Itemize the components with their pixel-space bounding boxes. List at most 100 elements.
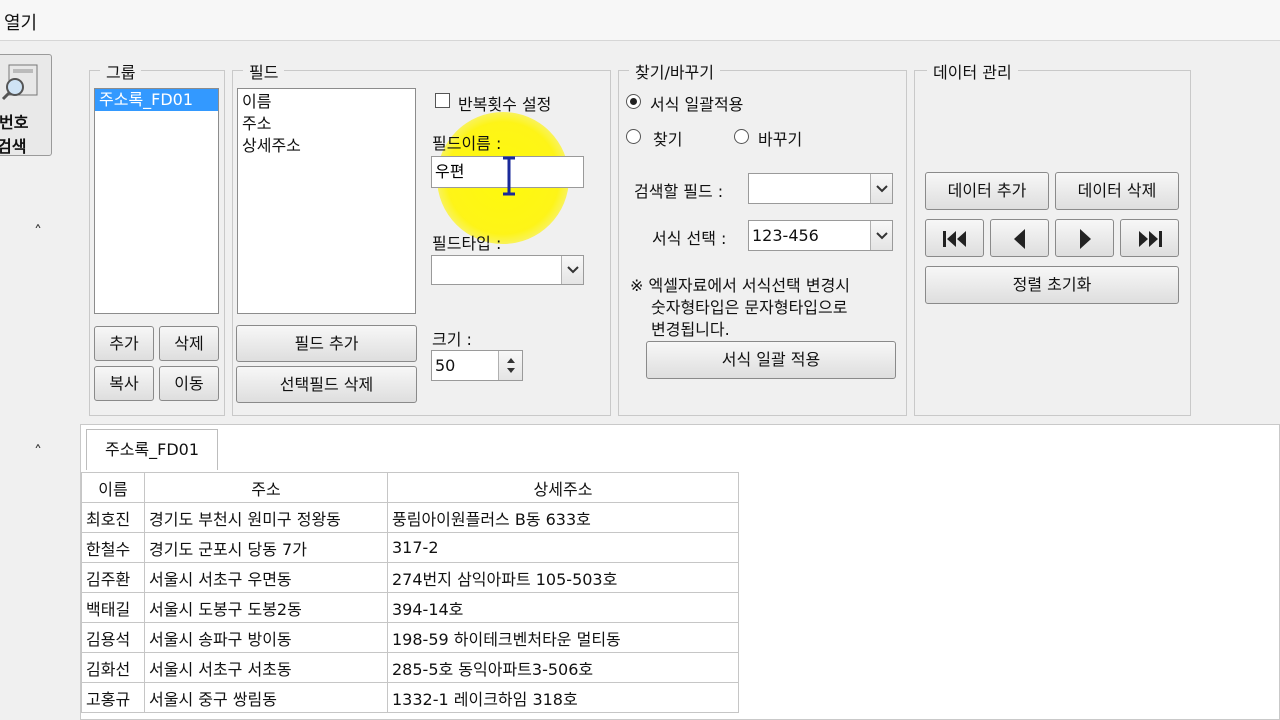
apply-format-button[interactable]: 서식 일괄 적용 <box>646 341 896 379</box>
address-book-search-icon <box>1 64 38 101</box>
field-list-item[interactable]: 이름 <box>238 91 415 113</box>
field-legend: 필드 <box>243 59 285 83</box>
replace-radio[interactable] <box>734 129 749 144</box>
group-copy-button[interactable]: 복사 <box>94 366 154 401</box>
group-move-button[interactable]: 이동 <box>159 366 219 401</box>
field-list-item[interactable]: 주소 <box>238 113 415 135</box>
table-cell[interactable]: 풍림아이원플러스 B동 633호 <box>387 502 739 533</box>
table-cell[interactable]: 394-14호 <box>387 592 739 623</box>
replace-label: 바꾸기 <box>758 130 803 149</box>
table-header-row: 이름 주소 상세주소 <box>81 472 739 503</box>
field-name-label: 필드이름 : <box>432 134 502 153</box>
group-list[interactable]: 주소록_FD01 <box>94 88 219 314</box>
previous-icon <box>1013 229 1025 249</box>
table-row[interactable]: 한철수 경기도 군포시 당동 7가 317-2 <box>81 532 739 563</box>
repeat-count-label: 반복횟수 설정 <box>458 95 552 114</box>
table-cell[interactable]: 서울시 서초구 서초동 <box>144 652 388 683</box>
table-cell[interactable]: 한철수 <box>81 532 145 563</box>
collapse-up-icon-2[interactable]: ˄ <box>34 442 42 461</box>
note-line-1: ※ 엑셀자료에서 서식선택 변경시 <box>630 276 851 295</box>
table-cell[interactable]: 1332-1 레이크하임 318호 <box>387 682 739 713</box>
collapse-up-icon[interactable]: ˄ <box>34 222 42 241</box>
tab-address-book[interactable]: 주소록_FD01 <box>86 429 218 470</box>
chevron-down-icon[interactable] <box>561 256 583 284</box>
group-delete-button[interactable]: 삭제 <box>159 326 219 361</box>
stepper-down-icon[interactable] <box>506 367 516 374</box>
table-row[interactable]: 고홍규 서울시 중구 쌍림동 1332-1 레이크하임 318호 <box>81 682 739 713</box>
next-icon <box>1079 229 1091 249</box>
table-cell[interactable]: 백태길 <box>81 592 145 623</box>
table-cell[interactable]: 고홍규 <box>81 682 145 713</box>
skip-last-icon <box>1138 231 1162 247</box>
format-apply-label: 서식 일괄적용 <box>650 95 744 114</box>
size-label: 크기 : <box>432 330 472 349</box>
group-list-item[interactable]: 주소록_FD01 <box>95 89 218 111</box>
repeat-count-checkbox[interactable] <box>435 93 450 108</box>
size-stepper[interactable]: 50 <box>431 350 523 381</box>
table-row[interactable]: 김주환 서울시 서초구 우면동 274번지 삼익아파트 105-503호 <box>81 562 739 593</box>
note-line-2: 숫자형타입은 문자형타입으로 <box>651 298 848 317</box>
first-record-button[interactable] <box>925 219 984 257</box>
size-value: 50 <box>435 356 456 375</box>
table-cell[interactable]: 경기도 군포시 당동 7가 <box>144 532 388 563</box>
next-record-button[interactable] <box>1055 219 1114 257</box>
table-cell[interactable]: 김주환 <box>81 562 145 593</box>
field-list-item[interactable]: 상세주소 <box>238 135 415 157</box>
chevron-down-icon[interactable] <box>870 174 892 203</box>
column-header[interactable]: 상세주소 <box>387 472 739 503</box>
table-cell[interactable]: 경기도 부천시 원미구 정왕동 <box>144 502 388 533</box>
reset-sort-button[interactable]: 정렬 초기화 <box>925 266 1179 304</box>
table-cell[interactable]: 274번지 삼익아파트 105-503호 <box>387 562 739 593</box>
column-header[interactable]: 주소 <box>144 472 388 503</box>
search-field-select[interactable] <box>748 173 893 204</box>
format-select-label: 서식 선택 : <box>652 229 727 248</box>
format-select[interactable]: 123-456 <box>748 220 893 251</box>
table-row[interactable]: 백태길 서울시 도봉구 도봉2동 394-14호 <box>81 592 739 623</box>
table-cell[interactable]: 317-2 <box>387 532 739 563</box>
table-cell[interactable]: 서울시 중구 쌍림동 <box>144 682 388 713</box>
field-type-select[interactable] <box>431 255 584 285</box>
chevron-down-icon[interactable] <box>870 221 892 250</box>
field-name-value: 우편 <box>435 162 465 181</box>
previous-record-button[interactable] <box>990 219 1049 257</box>
delete-data-button[interactable]: 데이터 삭제 <box>1055 172 1179 210</box>
table-row[interactable]: 김화선 서울시 서초구 서초동 285-5호 동익아파트3-506호 <box>81 652 739 683</box>
field-list[interactable]: 이름 주소 상세주소 <box>237 88 416 314</box>
field-type-label: 필드타입 : <box>432 234 502 253</box>
format-select-value: 123-456 <box>752 226 819 245</box>
table-row[interactable]: 김용석 서울시 송파구 방이동 198-59 하이테크벤처타운 멀티동 <box>81 622 739 653</box>
number-search-label-2: 검색 <box>0 137 27 156</box>
find-radio[interactable] <box>626 129 641 144</box>
last-record-button[interactable] <box>1120 219 1179 257</box>
add-data-button[interactable]: 데이터 추가 <box>925 172 1049 210</box>
table-cell[interactable]: 서울시 도봉구 도봉2동 <box>144 592 388 623</box>
format-apply-radio[interactable] <box>626 94 641 109</box>
skip-first-icon <box>942 231 966 247</box>
group-legend: 그룹 <box>100 59 142 83</box>
number-search-label-1: 번호 <box>0 113 29 132</box>
add-field-button[interactable]: 필드 추가 <box>236 325 417 362</box>
search-field-label: 검색할 필드 : <box>634 182 724 201</box>
note-line-3: 변경됩니다. <box>651 320 730 339</box>
stepper-arrows[interactable] <box>498 351 522 380</box>
group-add-button[interactable]: 추가 <box>94 326 154 361</box>
data-management-legend: 데이터 관리 <box>927 59 1018 83</box>
table-cell[interactable]: 김용석 <box>81 622 145 653</box>
number-search-button[interactable]: 번호 검색 <box>0 54 52 156</box>
table-row[interactable]: 최호진 경기도 부천시 원미구 정왕동 풍림아이원플러스 B동 633호 <box>81 502 739 533</box>
find-replace-legend: 찾기/바꾸기 <box>629 59 720 83</box>
table-cell[interactable]: 198-59 하이테크벤처타운 멀티동 <box>387 622 739 653</box>
table-cell[interactable]: 서울시 송파구 방이동 <box>144 622 388 653</box>
title-bar: 열기 <box>0 0 1280 41</box>
table-cell[interactable]: 서울시 서초구 우면동 <box>144 562 388 593</box>
column-header[interactable]: 이름 <box>81 472 145 503</box>
data-table: 이름 주소 상세주소 최호진 경기도 부천시 원미구 정왕동 풍림아이원플러스 … <box>81 472 739 713</box>
table-cell[interactable]: 김화선 <box>81 652 145 683</box>
delete-selected-field-button[interactable]: 선택필드 삭제 <box>236 366 417 403</box>
table-cell[interactable]: 285-5호 동익아파트3-506호 <box>387 652 739 683</box>
find-label: 찾기 <box>653 130 683 149</box>
table-cell[interactable]: 최호진 <box>81 502 145 533</box>
stepper-up-icon[interactable] <box>506 357 516 364</box>
text-cursor-icon <box>503 156 515 196</box>
window-title: 열기 <box>4 13 38 34</box>
